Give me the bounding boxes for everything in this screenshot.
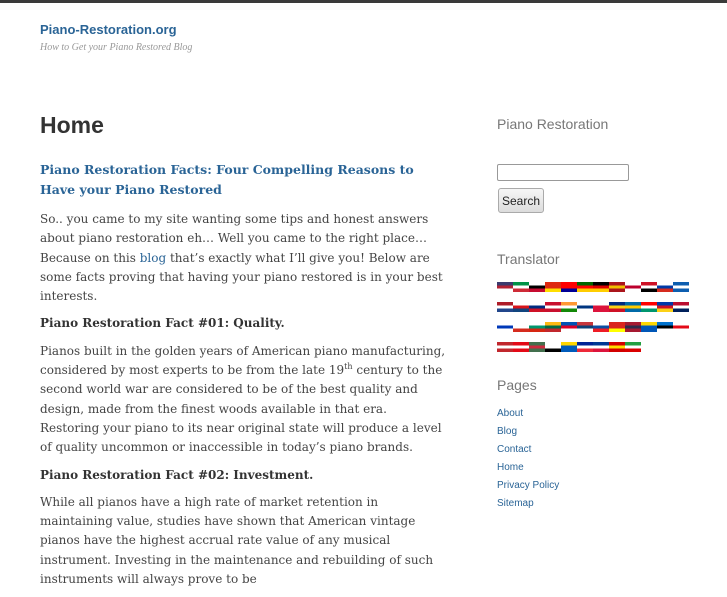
language-flag-icon[interactable] xyxy=(657,322,673,332)
language-flag-icon[interactable] xyxy=(641,302,657,312)
page-link-blog[interactable]: Blog xyxy=(497,426,517,437)
widget-title-piano-restoration: Piano Restoration xyxy=(497,116,609,132)
language-flag-icon[interactable] xyxy=(545,282,561,292)
blog-link[interactable]: blog xyxy=(140,251,166,265)
article-intro: So.. you came to my site wanting some ti… xyxy=(40,210,448,306)
language-flag-icon[interactable] xyxy=(561,322,577,332)
flag-row xyxy=(497,302,689,313)
language-flag-icon[interactable] xyxy=(673,302,689,312)
page-link-contact[interactable]: Contact xyxy=(497,444,531,455)
page-link-sitemap[interactable]: Sitemap xyxy=(497,498,534,509)
fact1-superscript: th xyxy=(344,362,353,372)
pages-list: About Blog Contact Home Privacy Policy S… xyxy=(497,405,559,513)
language-flag-icon[interactable] xyxy=(497,302,513,312)
language-flag-icon[interactable] xyxy=(561,342,577,352)
language-flag-icon[interactable] xyxy=(593,302,609,312)
language-flag-icon[interactable] xyxy=(673,282,689,292)
language-flag-icon[interactable] xyxy=(593,322,609,332)
fact2-paragraph: While all pianos have a high rate of mar… xyxy=(40,494,434,587)
translator-flags xyxy=(497,282,689,362)
language-flag-icon[interactable] xyxy=(561,302,577,312)
article: Piano Restoration Facts: Four Compelling… xyxy=(40,160,448,597)
language-flag-icon[interactable] xyxy=(625,302,641,312)
widget-title-pages: Pages xyxy=(497,377,537,393)
language-flag-icon[interactable] xyxy=(673,322,689,332)
language-flag-icon[interactable] xyxy=(545,322,561,332)
pages-list-item: About xyxy=(497,405,559,423)
language-flag-icon[interactable] xyxy=(513,322,529,332)
language-flag-icon[interactable] xyxy=(577,342,593,352)
language-flag-icon[interactable] xyxy=(529,322,545,332)
language-flag-icon[interactable] xyxy=(561,282,577,292)
flag-row xyxy=(497,342,687,353)
language-flag-icon[interactable] xyxy=(625,322,641,332)
language-flag-icon[interactable] xyxy=(609,302,625,312)
pages-list-item: Home xyxy=(497,459,559,477)
language-flag-icon[interactable] xyxy=(529,302,545,312)
language-flag-icon[interactable] xyxy=(641,322,657,332)
language-flag-icon[interactable] xyxy=(609,282,625,292)
language-flag-icon[interactable] xyxy=(513,302,529,312)
fact2-heading: Piano Restoration Fact #02: Investment. xyxy=(40,467,314,482)
language-flag-icon[interactable] xyxy=(545,342,561,352)
top-bar xyxy=(0,0,727,3)
language-flag-icon[interactable] xyxy=(657,282,673,292)
flag-row xyxy=(497,322,689,333)
site-title-link[interactable]: Piano-Restoration.org xyxy=(40,22,177,37)
pages-list-item: Sitemap xyxy=(497,495,559,513)
fact1-heading: Piano Restoration Fact #01: Quality. xyxy=(40,316,285,331)
language-flag-icon[interactable] xyxy=(593,342,609,352)
language-flag-icon[interactable] xyxy=(593,282,609,292)
language-flag-icon[interactable] xyxy=(609,342,625,352)
page-link-privacy-policy[interactable]: Privacy Policy xyxy=(497,480,559,491)
language-flag-icon[interactable] xyxy=(609,322,625,332)
language-flag-icon[interactable] xyxy=(497,322,513,332)
language-flag-icon[interactable] xyxy=(641,282,657,292)
widget-title-translator: Translator xyxy=(497,251,560,267)
language-flag-icon[interactable] xyxy=(497,282,513,292)
language-flag-icon[interactable] xyxy=(625,282,641,292)
article-title-link[interactable]: Piano Restoration Facts: Four Compelling… xyxy=(40,160,448,200)
language-flag-icon[interactable] xyxy=(625,342,641,352)
pages-list-item: Contact xyxy=(497,441,559,459)
language-flag-icon[interactable] xyxy=(577,302,593,312)
language-flag-icon[interactable] xyxy=(513,282,529,292)
search-input[interactable] xyxy=(497,164,629,181)
fact1-paragraph: Pianos built in the golden years of Amer… xyxy=(40,342,448,458)
language-flag-icon[interactable] xyxy=(497,342,513,352)
page-link-about[interactable]: About xyxy=(497,408,523,419)
language-flag-icon[interactable] xyxy=(577,282,593,292)
search-button[interactable]: Search xyxy=(498,188,544,213)
flag-row xyxy=(497,282,689,293)
language-flag-icon[interactable] xyxy=(513,342,529,352)
page-title: Home xyxy=(40,112,104,138)
page-link-home[interactable]: Home xyxy=(497,462,524,473)
language-flag-icon[interactable] xyxy=(545,302,561,312)
language-flag-icon[interactable] xyxy=(657,302,673,312)
pages-list-item: Blog xyxy=(497,423,559,441)
language-flag-icon[interactable] xyxy=(529,342,545,352)
site-tagline: How to Get your Piano Restored Blog xyxy=(40,42,193,53)
language-flag-icon[interactable] xyxy=(529,282,545,292)
language-flag-icon[interactable] xyxy=(577,322,593,332)
pages-list-item: Privacy Policy xyxy=(497,477,559,495)
